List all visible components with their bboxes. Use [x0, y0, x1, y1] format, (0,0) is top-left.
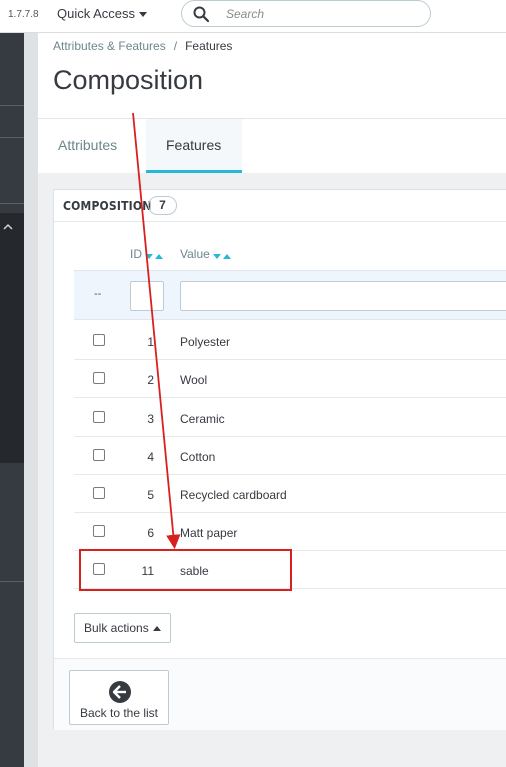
row-id: 2	[147, 373, 154, 387]
row-checkbox[interactable]	[93, 449, 105, 461]
bulk-actions-label: Bulk actions	[84, 621, 149, 635]
quick-access-label: Quick Access	[57, 6, 136, 21]
panel-footer: Back to the list	[54, 658, 506, 730]
filter-row: --	[74, 270, 506, 320]
composition-panel: COMPOSITION 7 ID Value -- 1 Polyester 2 …	[53, 189, 506, 730]
panel-header: COMPOSITION 7	[54, 190, 506, 222]
search-icon	[193, 6, 210, 23]
tab-attributes[interactable]: Attributes	[38, 119, 146, 173]
arrow-left-circle-icon	[109, 681, 131, 703]
breadcrumb-current: Features	[185, 39, 233, 53]
breadcrumb-parent-link[interactable]: Attributes & Features	[53, 39, 166, 53]
row-checkbox[interactable]	[93, 525, 105, 537]
row-value: Wool	[180, 373, 208, 387]
count-badge: 7	[148, 196, 177, 215]
row-id: 3	[147, 412, 154, 426]
filter-placeholder: --	[94, 288, 102, 300]
table-row[interactable]: 6 Matt paper	[74, 513, 506, 551]
sort-asc-icon[interactable]	[222, 253, 231, 259]
filter-value-input[interactable]	[180, 281, 506, 311]
caret-down-icon	[139, 12, 148, 18]
tab-features[interactable]: Features	[146, 119, 242, 173]
table-row[interactable]: 4 Cotton	[74, 437, 506, 475]
row-id: 1	[147, 335, 154, 349]
search-box[interactable]	[181, 0, 431, 27]
table-row[interactable]: 1 Polyester	[74, 322, 506, 360]
back-to-list-button[interactable]: Back to the list	[69, 670, 169, 725]
column-header-value[interactable]: Value	[180, 247, 231, 262]
annotation-highlight-box	[79, 549, 292, 591]
panel-title: COMPOSITION	[63, 199, 152, 213]
row-value: Recycled cardboard	[180, 488, 287, 502]
row-checkbox[interactable]	[93, 334, 105, 346]
table-row[interactable]: 5 Recycled cardboard	[74, 475, 506, 513]
sort-asc-icon[interactable]	[155, 253, 163, 259]
row-value: Cotton	[180, 450, 216, 464]
row-value: Polyester	[180, 335, 231, 349]
row-id: 4	[147, 450, 154, 464]
row-id: 6	[147, 526, 154, 540]
column-header-value-label: Value	[180, 247, 210, 261]
sort-desc-icon[interactable]	[145, 253, 153, 259]
sidebar-gutter	[24, 33, 38, 767]
row-checkbox[interactable]	[93, 487, 105, 499]
top-header: 1.7.7.8 Quick Access	[0, 0, 506, 33]
caret-up-icon	[152, 626, 161, 632]
breadcrumb: Attributes & Features / Features	[53, 39, 232, 53]
page-title: Composition	[53, 65, 204, 95]
breadcrumb-separator: /	[173, 39, 178, 53]
column-header-id[interactable]: ID	[130, 247, 163, 262]
sort-icon[interactable]	[145, 248, 163, 262]
tab-bar: Attributes Features	[38, 118, 506, 173]
sidebar-divider	[0, 203, 24, 204]
sort-icon[interactable]	[212, 248, 231, 262]
filter-id-input[interactable]	[130, 281, 164, 311]
quick-access-dropdown[interactable]: Quick Access	[57, 6, 148, 21]
bulk-actions-button[interactable]: Bulk actions	[74, 613, 171, 643]
row-value: Matt paper	[180, 526, 238, 540]
column-header-id-label: ID	[130, 247, 142, 261]
chevron-up-icon[interactable]	[3, 222, 13, 232]
row-checkbox[interactable]	[93, 411, 105, 423]
sidebar-divider	[0, 137, 24, 138]
table-row[interactable]: 3 Ceramic	[74, 399, 506, 437]
left-sidebar	[0, 33, 24, 767]
row-id: 5	[147, 488, 154, 502]
page-header: Attributes & Features / Features Compositi…	[38, 33, 506, 118]
back-to-list-label: Back to the list	[79, 706, 159, 720]
sidebar-active-section[interactable]	[0, 213, 24, 463]
sidebar-divider	[0, 105, 24, 106]
search-input[interactable]	[226, 5, 416, 23]
table-row[interactable]: 2 Wool	[74, 360, 506, 398]
version-label: 1.7.7.8	[8, 9, 39, 20]
row-value: Ceramic	[180, 412, 225, 426]
row-checkbox[interactable]	[93, 372, 105, 384]
sort-desc-icon[interactable]	[212, 253, 221, 259]
sidebar-divider	[0, 581, 24, 582]
